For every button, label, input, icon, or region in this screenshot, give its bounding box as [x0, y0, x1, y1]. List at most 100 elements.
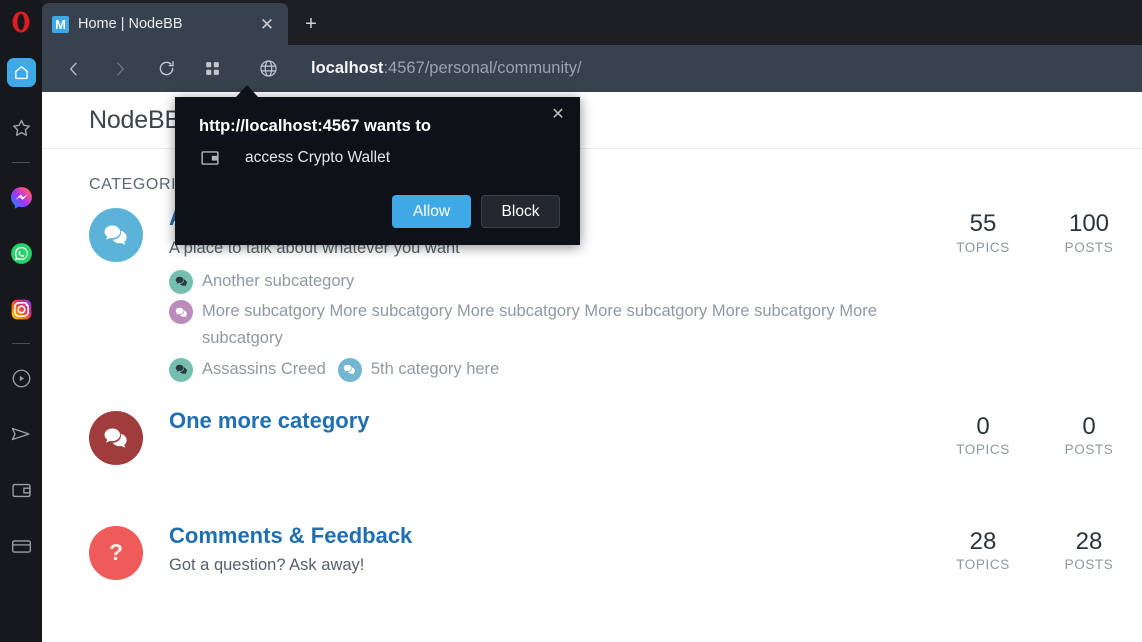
back-button[interactable] [54, 49, 94, 89]
reload-icon [159, 61, 174, 76]
stat-topics: 28 TOPICS [930, 528, 1036, 573]
subcategory-label[interactable]: 5th category here [362, 356, 499, 383]
address-bar[interactable]: localhost:4567/personal/community/ [246, 49, 1142, 89]
stat-value: 28 [1075, 527, 1103, 555]
comments-icon [103, 222, 129, 248]
category-stats: 55 TOPICS 100 POSTS [930, 204, 1142, 255]
credit-card-icon [7, 532, 35, 560]
back-arrow-icon [70, 62, 77, 75]
stat-posts: 0 POSTS [1036, 413, 1142, 458]
category-stats: 28 TOPICS 28 POSTS [930, 522, 1142, 573]
sidebar-item-player[interactable] [0, 350, 42, 406]
sidebar-item-whatsapp[interactable] [0, 225, 42, 281]
grid-icon [205, 62, 219, 75]
sidebar-divider-1 [12, 162, 30, 163]
wallet-icon [201, 151, 219, 165]
comments-icon [169, 300, 193, 325]
forward-button[interactable] [100, 49, 140, 89]
sidebar-item-messenger[interactable] [0, 169, 42, 225]
comments-icon [169, 269, 193, 294]
stat-label: POSTS [1064, 442, 1114, 458]
browser-toolbar: localhost:4567/personal/community/ [42, 45, 1142, 92]
opera-logo[interactable] [0, 0, 42, 44]
stat-value: 55 [969, 210, 997, 237]
tab-strip: M Home | NodeBB ✕ + [42, 0, 1142, 45]
block-button[interactable]: Block [481, 195, 560, 228]
url-text: localhost:4567/personal/community/ [311, 59, 582, 78]
sidebar-item-favorites[interactable] [0, 100, 42, 156]
subcategory-label[interactable]: Assassins Creed [193, 356, 326, 383]
stat-posts: 28 POSTS [1036, 528, 1142, 573]
subcategory-item[interactable]: More subcatgory More subcatgory More sub… [169, 298, 930, 351]
send-icon [7, 420, 35, 448]
browser-chrome: M Home | NodeBB ✕ + localhost:4567/perso… [42, 0, 1142, 92]
messenger-icon [7, 183, 35, 211]
dialog-body: access Crypto Wallet [199, 147, 390, 169]
category-main: Comments & Feedback Got a question? Ask a… [143, 522, 930, 577]
wallet-icon [7, 476, 35, 504]
opera-sidebar [0, 0, 42, 642]
stat-label: TOPICS [956, 557, 1010, 573]
dialog-pointer-arrow [236, 85, 258, 97]
close-icon[interactable]: ✕ [545, 102, 571, 128]
stat-value: 100 [1068, 210, 1110, 237]
globe-icon [260, 60, 277, 77]
whatsapp-icon [7, 239, 35, 267]
category-title-link[interactable]: One more category [169, 407, 370, 435]
sidebar-item-card[interactable] [0, 518, 42, 574]
close-icon[interactable]: ✕ [254, 11, 280, 37]
new-tab-button[interactable]: + [294, 8, 328, 40]
stat-value: 0 [976, 412, 990, 440]
category-row[interactable]: One more category 0 TOPICS 0 POSTS [42, 397, 1142, 512]
sidebar-item-crypto-wallet[interactable] [0, 462, 42, 518]
category-avatar: ? [89, 525, 143, 580]
url-host: localhost [311, 59, 384, 77]
forward-arrow-icon [117, 62, 124, 75]
stat-topics: 55 TOPICS [930, 210, 1036, 255]
subcategory-item[interactable]: Another subcategory [169, 268, 354, 295]
stat-posts: 100 POSTS [1036, 210, 1142, 255]
stat-value: 0 [1082, 412, 1096, 440]
page-title: NodeBB [89, 105, 181, 134]
sidebar-item-home[interactable] [0, 44, 42, 100]
dialog-permission-text: access Crypto Wallet [245, 149, 390, 166]
comments-icon [169, 357, 193, 382]
permission-dialog: ✕ http://localhost:4567 wants to access … [175, 97, 580, 245]
dialog-title: http://localhost:4567 wants to [199, 117, 431, 135]
browser-tab-active[interactable]: M Home | NodeBB ✕ [42, 3, 288, 45]
comments-icon [103, 425, 129, 451]
subcategory-item[interactable]: Assassins Creed [169, 356, 326, 383]
home-icon [6, 57, 36, 87]
category-list: Assassin's CreedA place to talk about wh… [42, 194, 1142, 604]
speeddial-button[interactable] [192, 49, 232, 89]
category-row[interactable]: ? Comments & Feedback Got a question? Ask … [42, 512, 1142, 604]
tab-favicon: M [52, 15, 69, 33]
dialog-actions: Allow Block [392, 195, 560, 228]
allow-button[interactable]: Allow [392, 195, 471, 228]
stat-label: TOPICS [956, 239, 1010, 255]
play-circle-icon [7, 364, 35, 392]
stat-label: POSTS [1064, 239, 1114, 255]
sidebar-item-instagram[interactable] [0, 281, 42, 337]
category-avatar [89, 208, 143, 262]
comments-icon [337, 357, 362, 382]
sidebar-divider-2 [12, 343, 30, 344]
category-description: Got a question? Ask away! [169, 556, 365, 575]
stat-topics: 0 TOPICS [930, 413, 1036, 458]
question-mark-icon: ? [108, 539, 124, 566]
reload-button[interactable] [146, 49, 186, 89]
stat-label: POSTS [1064, 557, 1114, 573]
star-icon [7, 114, 35, 142]
category-title-link[interactable]: Comments & Feedback [169, 522, 412, 550]
category-stats: 0 TOPICS 0 POSTS [930, 407, 1142, 458]
subcategory-label[interactable]: Another subcategory [193, 268, 354, 295]
url-path: :4567/personal/community/ [383, 59, 582, 77]
stat-value: 28 [969, 527, 997, 555]
stat-label: TOPICS [956, 442, 1010, 458]
subcategory-label[interactable]: More subcatgory More subcatgory More sub… [193, 298, 930, 351]
category-main: One more category [143, 407, 930, 435]
instagram-icon [7, 295, 35, 323]
subcategory-list: Another subcategory More subcatgory More … [169, 268, 930, 387]
sidebar-item-telegram[interactable] [0, 406, 42, 462]
subcategory-item[interactable]: 5th category here [337, 356, 499, 383]
